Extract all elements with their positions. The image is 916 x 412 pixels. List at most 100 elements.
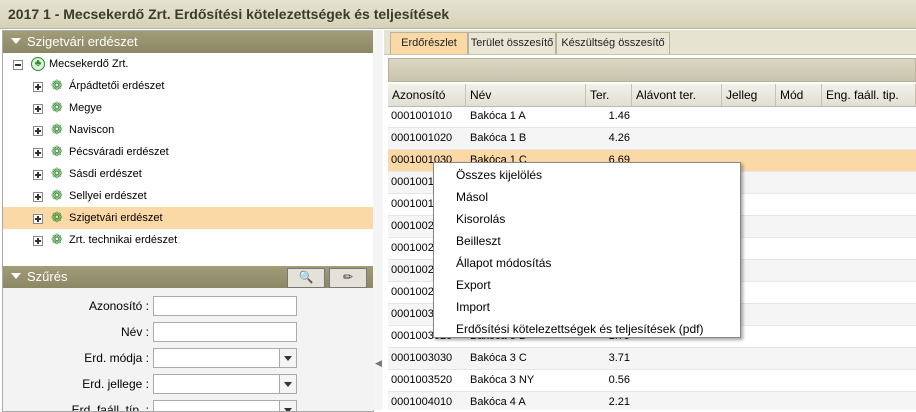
column-header[interactable]: Jelleg: [722, 84, 776, 106]
tree-node[interactable]: ❁ Naviscon: [3, 119, 373, 141]
expand-node-icon[interactable]: [33, 126, 43, 136]
search-button[interactable]: 🔍: [287, 268, 325, 288]
cell-id: 0001002: [391, 286, 434, 298]
tree-node[interactable]: ❁ Sásdi erdészet: [3, 163, 373, 185]
table-row[interactable]: 0001003030 Bakóca 3 C 3.71: [388, 348, 916, 370]
tree-panel-header[interactable]: Szigetvári erdészet: [3, 31, 373, 53]
collapse-icon[interactable]: [11, 273, 21, 279]
column-header[interactable]: Azonosító: [388, 84, 466, 106]
cell-id: 0001003520: [391, 374, 453, 386]
panel-splitter[interactable]: ◀: [373, 30, 383, 410]
expand-node-icon[interactable]: [33, 192, 43, 202]
tree-icon: ❁: [51, 187, 63, 203]
cell-id: 0001001020: [391, 132, 453, 144]
tab-erdoreszlet[interactable]: Erdőrészlet: [390, 32, 468, 54]
expand-node-icon[interactable]: [33, 214, 43, 224]
expand-node-icon[interactable]: [33, 82, 43, 92]
tab-keszultseg-osszesito[interactable]: Készültség összesítő: [556, 32, 670, 54]
table-row[interactable]: 0001003520 Bakóca 3 NY 0.56: [388, 370, 916, 392]
tree-icon: ❁: [51, 165, 63, 181]
context-menu-item[interactable]: Export: [434, 274, 740, 296]
context-menu-item[interactable]: Import: [434, 296, 740, 318]
tab-label: Készültség összesítő: [561, 37, 665, 49]
cell-name: Bakóca 1 B: [470, 132, 527, 144]
tree-icon: ❁: [51, 231, 63, 247]
context-menu-item[interactable]: Beilleszt: [434, 230, 740, 252]
tree-node-label: Árpádtetői erdészet: [69, 80, 165, 92]
filter-input[interactable]: [153, 322, 297, 342]
window-title: 2017 1 - Mecsekerdő Zrt. Erdősítési köte…: [8, 6, 450, 22]
column-header[interactable]: Mód: [776, 84, 822, 106]
left-panel: Szigetvári erdészet ♣ Mecsekerdő Zrt. ❁ Á…: [2, 30, 374, 412]
column-header[interactable]: Eng. faáll. tip.: [822, 84, 916, 106]
cell-id: 0001002: [391, 264, 434, 276]
cell-name: Bakóca 3 C: [470, 352, 527, 364]
cell-id: 0001001: [391, 198, 434, 210]
filter-label: Erd. faáll. típ. :: [71, 403, 149, 412]
tree-node-label: Zrt. technikai erdészet: [69, 234, 178, 246]
cell-ter: 4.26: [608, 132, 630, 144]
context-menu-item[interactable]: Összes kijelölés: [434, 164, 740, 186]
cell-id: 0001003: [391, 308, 434, 320]
tree-node[interactable]: ❁ Sellyei erdészet: [3, 185, 373, 207]
tree-panel-title: Szigetvári erdészet: [27, 34, 138, 49]
filter-select[interactable]: [153, 348, 297, 368]
chevron-down-icon[interactable]: [279, 349, 296, 367]
tree-node[interactable]: ❁ Megye: [3, 97, 373, 119]
expand-node-icon[interactable]: [33, 236, 43, 246]
expand-node-icon[interactable]: [33, 170, 43, 180]
tree-root-label: Mecsekerdő Zrt.: [49, 58, 129, 70]
cell-ter: 3.71: [608, 352, 630, 364]
context-menu-item[interactable]: Kisorolás: [434, 208, 740, 230]
cell-id: 0001001: [391, 176, 434, 188]
expand-node-icon[interactable]: [33, 104, 43, 114]
tab-terulet-osszesito[interactable]: Terület összesítő: [468, 32, 556, 54]
filter-form: Azonosító : Név : Erd. módja : Erd. jellege…: [3, 288, 373, 411]
cell-name: Bakóca 3 NY: [470, 374, 535, 386]
collapse-node-icon[interactable]: [13, 60, 23, 70]
cell-id: 0001002: [391, 242, 434, 254]
tab-label: Terület összesítő: [470, 37, 554, 49]
filter-label: Név :: [120, 325, 149, 339]
tree-node-label: Pécsváradi erdészet: [69, 146, 169, 158]
table-row[interactable]: 0001001020 Bakóca 1 B 4.26: [388, 128, 916, 150]
tab-label: Erdőrészlet: [401, 37, 457, 49]
table-row[interactable]: 0001001010 Bakóca 1 A 1.46: [388, 106, 916, 128]
tree-node[interactable]: ❁ Zrt. technikai erdészet: [3, 229, 373, 251]
tree-node-root[interactable]: ♣ Mecsekerdő Zrt.: [3, 53, 373, 75]
tab-bar: Erdőrészlet Terület összesítő Készültség…: [384, 30, 916, 55]
context-menu: Összes kijelölés Másol Kisorolás Beilleszt Á…: [433, 162, 741, 338]
context-menu-item[interactable]: Állapot módosítás: [434, 252, 740, 274]
tree-node[interactable]: ❁ Árpádtetői erdészet: [3, 75, 373, 97]
chevron-down-icon[interactable]: [279, 401, 296, 411]
expand-node-icon[interactable]: [33, 148, 43, 158]
column-header[interactable]: Ter.: [586, 84, 632, 106]
cell-ter: 1.46: [608, 110, 630, 122]
clear-filter-button[interactable]: ✏: [329, 268, 367, 288]
company-icon: ♣: [31, 57, 45, 71]
tree-node-label: Megye: [69, 102, 103, 114]
broom-icon: ✏: [342, 270, 354, 284]
title-bar: 2017 1 - Mecsekerdő Zrt. Erdősítési köte…: [0, 0, 916, 29]
filter-select[interactable]: [153, 374, 297, 394]
tree-node[interactable]: ❁ Pécsváradi erdészet: [3, 141, 373, 163]
collapse-arrow-icon[interactable]: ◀: [375, 358, 382, 369]
tree-node[interactable]: ❁ Szigetvári erdészet: [3, 207, 373, 229]
table-row[interactable]: 0001004010 Bakóca 4 A 2.21: [388, 392, 916, 410]
filter-select[interactable]: [153, 400, 297, 411]
tree-icon: ❁: [51, 77, 63, 93]
chevron-down-icon[interactable]: [279, 375, 296, 393]
grid-header: Azonosító Név Ter. Alávont ter. Jelleg M…: [388, 84, 916, 107]
tree-icon: ❁: [51, 99, 63, 115]
filter-input[interactable]: [153, 296, 297, 316]
column-header[interactable]: Alávont ter.: [632, 84, 722, 106]
context-menu-item[interactable]: Másol: [434, 186, 740, 208]
context-menu-item[interactable]: Erdősítési kötelezettségek és teljesítés…: [434, 318, 740, 340]
column-header[interactable]: Név: [466, 84, 586, 106]
cell-id: 0001001010: [391, 110, 453, 122]
tree-node-label: Naviscon: [69, 124, 115, 136]
filter-label: Azonosító :: [88, 299, 149, 313]
collapse-icon[interactable]: [11, 38, 21, 44]
cell-ter: 0.56: [608, 374, 630, 386]
filter-label: Erd. módja :: [84, 351, 149, 365]
